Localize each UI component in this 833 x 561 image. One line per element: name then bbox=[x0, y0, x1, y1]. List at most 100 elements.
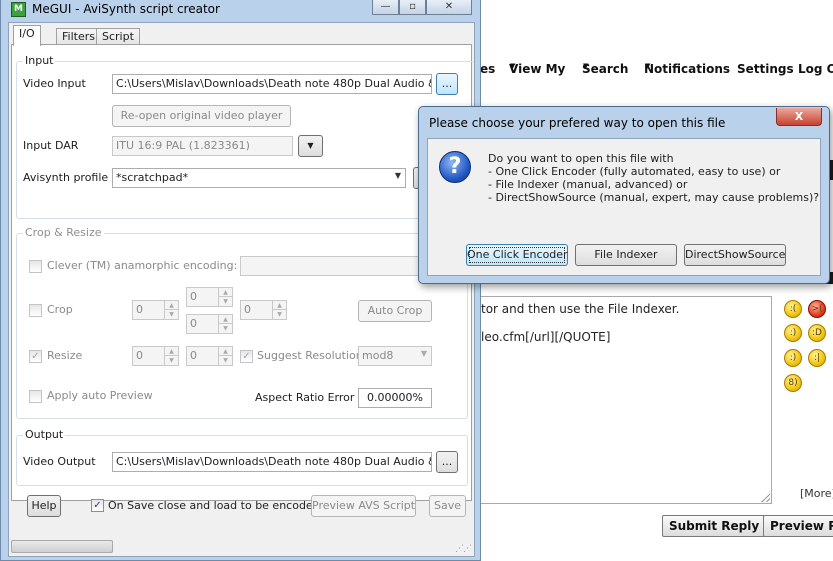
avisynth-script-creator-window: M MeGUI - AviSynth script creator — ▫ ✕ … bbox=[0, 0, 481, 561]
message-line: Do you want to open this file with bbox=[488, 152, 674, 165]
aspect-ratio-error-field: 0.00000% bbox=[358, 388, 432, 408]
auto-preview-checkbox[interactable] bbox=[29, 390, 42, 403]
nav-item-settings[interactable]: Settings bbox=[737, 62, 794, 76]
message-line: - DirectShowSource (manual, expert, may … bbox=[488, 191, 820, 204]
output-group-title: Output bbox=[23, 428, 66, 441]
smiley-icon[interactable]: :) bbox=[784, 349, 802, 367]
help-button[interactable]: Help bbox=[27, 495, 61, 517]
input-dar-field[interactable]: ITU 16:9 PAL (1.823361) bbox=[112, 136, 293, 156]
submit-reply-button[interactable]: Submit Reply bbox=[662, 515, 767, 537]
resize-width-stepper[interactable]: 0 ▲ ▼ bbox=[132, 346, 179, 366]
message-line: - File Indexer (manual, advanced) or bbox=[488, 178, 688, 191]
spin-down-icon: ▼ bbox=[218, 324, 232, 333]
spin-up-icon: ▲ bbox=[164, 347, 178, 356]
output-group: Output Video Output C:\Users\Mislav\Down… bbox=[16, 428, 468, 486]
preview-avs-script-button[interactable]: Preview AVS Script bbox=[311, 495, 416, 517]
video-input-label: Video Input bbox=[23, 77, 86, 90]
horizontal-scrollbar[interactable] bbox=[11, 540, 113, 553]
one-click-encoder-button[interactable]: One Click Encoder bbox=[466, 244, 568, 266]
dialog-close-button[interactable]: X bbox=[776, 108, 822, 126]
spin-up-icon: ▲ bbox=[218, 288, 232, 297]
angry-smiley-icon[interactable]: >( bbox=[808, 300, 826, 318]
file-indexer-button[interactable]: File Indexer bbox=[575, 244, 677, 266]
crop-right-stepper[interactable]: 0 ▲ ▼ bbox=[240, 300, 287, 320]
dialog-title: Please choose your prefered way to open … bbox=[429, 116, 726, 130]
resize-label: Resize bbox=[47, 349, 83, 362]
io-tab-panel: Input Video Input C:\Users\Mislav\Downlo… bbox=[11, 44, 474, 501]
dialog-body: ? Do you want to open this file with - O… bbox=[427, 138, 821, 276]
chevron-down-icon: ▼ bbox=[307, 141, 314, 150]
close-icon: X bbox=[794, 110, 804, 123]
crop-label: Crop bbox=[47, 303, 73, 316]
input-group: Input Video Input C:\Users\Mislav\Downlo… bbox=[16, 54, 474, 219]
editor-line: tor and then use the File Indexer. bbox=[481, 302, 680, 316]
chevron-down-icon: ▼ bbox=[394, 171, 401, 180]
video-output-label: Video Output bbox=[23, 455, 96, 468]
resize-grip-icon[interactable]: ⋰⋰ bbox=[455, 544, 472, 554]
chevron-down-icon: ▼ bbox=[420, 349, 427, 358]
caret-down-icon: ▼ bbox=[645, 62, 651, 70]
nav-item-logout[interactable]: Log O bbox=[798, 62, 833, 76]
on-save-close-checkbox[interactable]: ✓ bbox=[91, 499, 104, 512]
crop-bottom-stepper[interactable]: 0 ▲ ▼ bbox=[186, 314, 233, 334]
spin-down-icon: ▼ bbox=[164, 310, 178, 319]
spin-up-icon: ▲ bbox=[218, 347, 232, 356]
spin-down-icon: ▼ bbox=[164, 356, 178, 365]
crop-left-stepper[interactable]: 0 ▲ ▼ bbox=[132, 300, 179, 320]
mod-select[interactable]: mod8 ▼ bbox=[358, 346, 432, 366]
caret-down-icon: ▼ bbox=[583, 62, 589, 70]
spin-down-icon: ▼ bbox=[272, 310, 286, 319]
cool-smiley-icon[interactable]: 8) bbox=[784, 374, 802, 392]
mod-value: mod8 bbox=[362, 349, 394, 362]
reopen-video-player-button[interactable]: Re-open original video player bbox=[112, 105, 291, 127]
reply-editor[interactable]: tor and then use the File Indexer. leo.c… bbox=[478, 296, 772, 504]
crop-top-stepper[interactable]: 0 ▲ ▼ bbox=[186, 287, 233, 307]
video-input-field[interactable]: C:\Users\Mislav\Downloads\Death note 480… bbox=[112, 74, 432, 94]
spin-up-icon: ▲ bbox=[272, 301, 286, 310]
window-title: MeGUI - AviSynth script creator bbox=[32, 2, 220, 16]
resize-grip-icon[interactable] bbox=[761, 493, 770, 502]
video-output-browse-button[interactable]: ... bbox=[436, 451, 458, 473]
video-input-browse-button[interactable]: ... bbox=[436, 73, 458, 95]
directshowsource-button[interactable]: DirectShowSource bbox=[684, 244, 786, 266]
smiley-icon[interactable]: :| bbox=[808, 349, 826, 367]
maximize-button[interactable]: ▫ bbox=[399, 0, 426, 15]
smiley-icon[interactable]: :( bbox=[784, 300, 802, 318]
nav-item-partial[interactable]: es bbox=[480, 62, 495, 76]
smiley-icon[interactable]: :) bbox=[784, 324, 802, 342]
preview-post-button[interactable]: Preview P bbox=[763, 515, 833, 537]
more-smilies-link[interactable]: [More] bbox=[800, 487, 833, 500]
window-client-area: I/O Filters Script Input Video Input C:\… bbox=[8, 22, 475, 557]
on-save-close-label: On Save close and load to be encoded bbox=[108, 499, 320, 512]
clever-anamorphic-checkbox[interactable] bbox=[29, 260, 42, 273]
save-button[interactable]: Save bbox=[429, 495, 466, 517]
avisynth-profile-label: Avisynth profile bbox=[23, 171, 109, 184]
auto-crop-button[interactable]: Auto Crop bbox=[358, 300, 432, 322]
anamorphic-mode-field[interactable] bbox=[240, 256, 426, 276]
editor-line: leo.cfm[/url][/QUOTE] bbox=[481, 330, 611, 344]
video-output-field[interactable]: C:\Users\Mislav\Downloads\Death note 480… bbox=[112, 452, 432, 472]
smiley-icon[interactable]: :D bbox=[808, 324, 826, 342]
dar-dropdown-button[interactable]: ▼ bbox=[298, 135, 323, 157]
close-button[interactable]: ✕ bbox=[426, 0, 472, 15]
caret-down-icon: ▼ bbox=[510, 62, 516, 70]
spin-down-icon: ▼ bbox=[218, 297, 232, 306]
message-line: - One Click Encoder (fully automated, ea… bbox=[488, 165, 781, 178]
resize-checkbox[interactable]: ✓ bbox=[29, 350, 42, 363]
input-group-title: Input bbox=[23, 54, 56, 67]
crop-resize-group-title: Crop & Resize bbox=[23, 226, 104, 239]
title-bar[interactable]: M MeGUI - AviSynth script creator — ▫ ✕ bbox=[1, 0, 480, 20]
minimize-button[interactable]: — bbox=[372, 0, 399, 15]
crop-checkbox[interactable] bbox=[29, 304, 42, 317]
suggest-resolution-checkbox[interactable]: ✓ bbox=[240, 350, 253, 363]
resize-height-stepper[interactable]: 0 ▲ ▼ bbox=[186, 346, 233, 366]
megui-app-icon: M bbox=[11, 2, 26, 17]
open-file-dialog: Please choose your prefered way to open … bbox=[418, 106, 830, 284]
spin-down-icon: ▼ bbox=[218, 356, 232, 365]
avisynth-profile-value: *scratchpad* bbox=[116, 171, 189, 184]
avisynth-profile-select[interactable]: *scratchpad* ▼ bbox=[112, 168, 406, 188]
tab-io[interactable]: I/O bbox=[13, 25, 41, 46]
question-icon: ? bbox=[439, 151, 471, 183]
suggest-resolution-label: Suggest Resolution bbox=[257, 349, 363, 362]
dialog-message: Do you want to open this file with - One… bbox=[488, 152, 819, 204]
